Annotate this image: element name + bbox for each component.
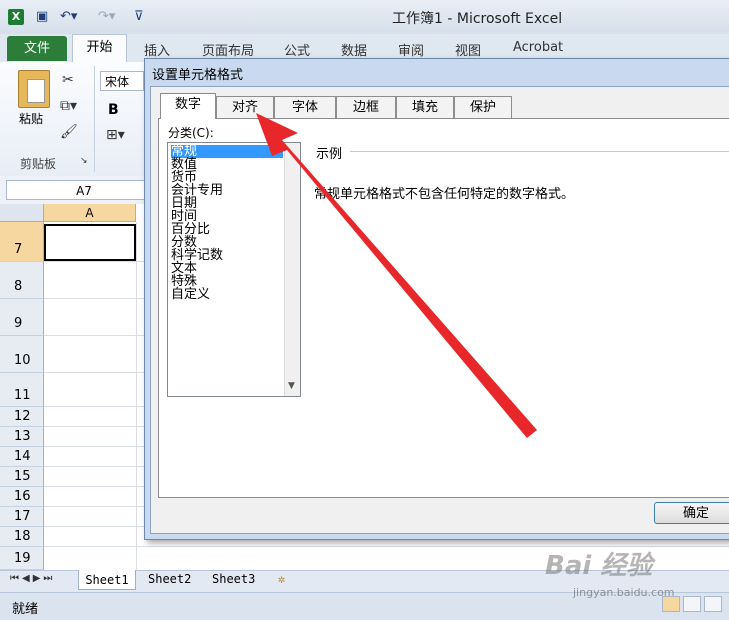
clipboard-group-label: 剪贴板 — [20, 157, 57, 171]
row-header[interactable]: 12 — [0, 407, 44, 427]
dialog-tab-number[interactable]: 数字 — [160, 93, 216, 119]
tab-acrobat[interactable]: Acrobat — [513, 40, 563, 55]
page-layout-view-icon[interactable] — [683, 596, 701, 612]
dialog-tab-alignment[interactable]: 对齐 — [216, 96, 274, 118]
dialog-launcher-icon[interactable]: ↘ — [80, 156, 88, 166]
sheet-tab-sheet3[interactable]: Sheet3 — [212, 572, 255, 586]
tab-data[interactable]: 数据 — [341, 40, 367, 59]
tab-view[interactable]: 视图 — [455, 40, 481, 59]
cut-icon[interactable]: ✂ — [62, 72, 74, 88]
excel-app-icon[interactable]: X — [8, 9, 24, 25]
category-list-scrollbar[interactable] — [284, 143, 300, 396]
sample-preview — [314, 160, 729, 176]
sheet-tab-sheet1[interactable]: Sheet1 — [78, 570, 136, 590]
dialog-tab-font[interactable]: 字体 — [274, 96, 336, 118]
redo-icon[interactable]: ↷▾ — [98, 9, 115, 24]
tab-review[interactable]: 审阅 — [398, 40, 424, 59]
paste-label[interactable]: 粘贴 — [19, 110, 43, 127]
row-header[interactable]: 18 — [0, 527, 44, 547]
sheet-tab-sheet2[interactable]: Sheet2 — [148, 572, 191, 586]
border-icon[interactable]: ⊞▾ — [106, 127, 125, 143]
sample-divider — [350, 151, 729, 152]
column-header-a[interactable]: A — [44, 204, 136, 222]
row-header[interactable]: 15 — [0, 467, 44, 487]
bold-button[interactable]: B — [108, 102, 119, 118]
tab-insert[interactable]: 插入 — [144, 40, 170, 59]
row-header[interactable]: 7 — [0, 222, 44, 262]
row-header[interactable]: 13 — [0, 427, 44, 447]
category-item[interactable]: 自定义 — [171, 288, 210, 301]
dialog-tab-fill[interactable]: 填充 — [396, 96, 454, 118]
undo-icon[interactable]: ↶▾ — [60, 9, 77, 24]
window-title: 工作簿1 - Microsoft Excel — [392, 11, 563, 27]
sheet-nav-arrows-icon[interactable]: ⏮◀▶⏭ — [10, 573, 55, 584]
row-header[interactable]: 8 — [0, 262, 44, 299]
column-gridline — [136, 222, 137, 570]
dialog-title: 设置单元格格式 — [152, 68, 244, 83]
select-all-corner[interactable] — [0, 204, 44, 222]
insert-sheet-icon[interactable]: ✲ — [278, 572, 285, 586]
row-header[interactable]: 17 — [0, 507, 44, 527]
group-separator — [94, 66, 95, 172]
active-cell-a7[interactable] — [44, 224, 136, 261]
copy-icon[interactable]: ⧉▾ — [60, 98, 77, 114]
row-header[interactable]: 10 — [0, 336, 44, 373]
page-break-view-icon[interactable] — [704, 596, 722, 612]
tab-home[interactable]: 开始 — [72, 34, 127, 62]
dialog-tab-border[interactable]: 边框 — [336, 96, 396, 118]
paste-icon[interactable] — [18, 70, 50, 108]
ok-button[interactable]: 确定 — [654, 502, 729, 524]
tab-formulas[interactable]: 公式 — [284, 40, 310, 59]
save-icon[interactable]: ▣ — [36, 9, 48, 24]
name-box[interactable]: A7 — [6, 180, 162, 200]
watermark-logo: Bai 经验 — [545, 551, 653, 581]
row-header[interactable]: 11 — [0, 373, 44, 407]
tab-page-layout[interactable]: 页面布局 — [202, 40, 254, 59]
tab-file[interactable]: 文件 — [7, 36, 67, 61]
status-ready: 就绪 — [12, 602, 39, 617]
category-label: 分类(C): — [168, 126, 214, 140]
row-header[interactable]: 9 — [0, 299, 44, 336]
scroll-down-arrow-icon[interactable]: ▼ — [288, 381, 295, 391]
row-header[interactable]: 14 — [0, 447, 44, 467]
customize-toolbar-icon[interactable]: ⊽ — [134, 9, 144, 24]
row-header[interactable]: 16 — [0, 487, 44, 507]
watermark-url: jingyan.baidu.com — [573, 586, 675, 599]
row-header[interactable]: 19 — [0, 547, 44, 570]
format-painter-icon[interactable]: 🖌 — [60, 124, 78, 140]
dialog-tab-protection[interactable]: 保护 — [454, 96, 512, 118]
font-name-box[interactable]: 宋体 — [100, 71, 144, 91]
format-description: 常规单元格格式不包含任何特定的数字格式。 — [314, 187, 575, 202]
